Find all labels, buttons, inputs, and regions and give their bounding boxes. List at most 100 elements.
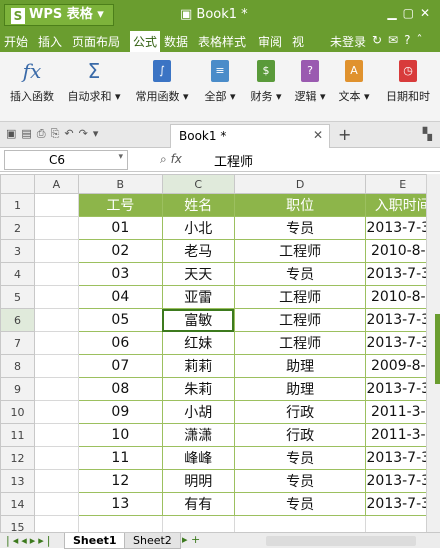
fx-label[interactable]: fx — [171, 152, 182, 166]
scrollbar-thumb[interactable] — [435, 314, 440, 384]
cell[interactable] — [77, 515, 163, 532]
cell[interactable]: 行政 — [233, 400, 367, 424]
name-box[interactable]: C6 ▾ — [4, 150, 128, 170]
cell[interactable]: 13 — [77, 492, 163, 516]
formula-input[interactable]: 工程师 — [214, 151, 253, 170]
auto-sum-button[interactable]: Σ 自动求和 ▾ — [64, 60, 124, 104]
row-header[interactable]: 4 — [0, 262, 35, 286]
row-header[interactable]: 1 — [0, 193, 35, 217]
cell[interactable]: 富敏 — [161, 308, 235, 332]
horizontal-scrollbar[interactable] — [266, 536, 416, 546]
row-header[interactable]: 12 — [0, 446, 35, 470]
row-header[interactable]: 3 — [0, 239, 35, 263]
document-tab[interactable]: Book1 * ✕ — [170, 124, 330, 148]
wps-menu-button[interactable]: S WPS 表格 ▾ — [4, 4, 114, 26]
cell[interactable]: 工程师 — [233, 239, 367, 263]
cell[interactable] — [33, 377, 79, 401]
row-header[interactable]: 8 — [0, 354, 35, 378]
cell[interactable] — [33, 331, 79, 355]
cell[interactable]: 小北 — [161, 216, 235, 240]
cell[interactable]: 小胡 — [161, 400, 235, 424]
cell[interactable]: 红妹 — [161, 331, 235, 355]
cell[interactable] — [33, 423, 79, 447]
cell[interactable]: 行政 — [233, 423, 367, 447]
row-header[interactable]: 10 — [0, 400, 35, 424]
row-header[interactable]: 7 — [0, 331, 35, 355]
cell[interactable] — [33, 354, 79, 378]
login-link[interactable]: 未登录 — [330, 33, 366, 50]
row-header[interactable]: 6 — [0, 308, 35, 332]
cell[interactable] — [233, 515, 367, 532]
cell[interactable] — [33, 492, 79, 516]
search-icon[interactable]: ⌕ — [160, 152, 167, 166]
cell[interactable]: 工程师 — [233, 285, 367, 309]
cell[interactable]: 09 — [77, 400, 163, 424]
cell[interactable]: 08 — [77, 377, 163, 401]
cell[interactable] — [33, 469, 79, 493]
cell[interactable]: 有有 — [161, 492, 235, 516]
close-icon[interactable]: ✕ — [313, 128, 323, 142]
cell[interactable] — [33, 216, 79, 240]
cell[interactable] — [33, 262, 79, 286]
row-header[interactable]: 11 — [0, 423, 35, 447]
chevron-down-icon[interactable]: ▾ — [118, 152, 123, 162]
tab-list-icon[interactable]: ▚ — [423, 127, 432, 141]
new-tab-button[interactable]: + — [338, 125, 351, 144]
spreadsheet-grid[interactable]: A B C D E 1 工号 姓名 职位 入职时间 2 01 小北 专员 2013-7-31 3 02 老马 工程师… — [0, 174, 440, 532]
formula-icons[interactable]: ⌕ fx — [160, 152, 182, 167]
cell[interactable]: 工号 — [77, 193, 163, 217]
cell[interactable]: 潇潇 — [161, 423, 235, 447]
cell[interactable]: 专员 — [233, 262, 367, 286]
menu-item-insert[interactable]: 插入 — [38, 33, 62, 50]
cell[interactable]: 姓名 — [161, 193, 235, 217]
row-header[interactable]: 15 — [0, 515, 35, 532]
menu-item-formulas[interactable]: 公式 — [130, 31, 161, 52]
row-header[interactable]: 13 — [0, 469, 35, 493]
cell[interactable] — [33, 308, 79, 332]
cell[interactable]: 工程师 — [233, 308, 367, 332]
cell[interactable]: 明明 — [161, 469, 235, 493]
cell[interactable]: 05 — [77, 308, 163, 332]
cell[interactable]: 峰峰 — [161, 446, 235, 470]
cell[interactable] — [33, 446, 79, 470]
cell[interactable]: 02 — [77, 239, 163, 263]
menu-item-table-style[interactable]: 表格样式 — [198, 33, 246, 50]
cell[interactable]: 专员 — [233, 469, 367, 493]
cell[interactable]: 07 — [77, 354, 163, 378]
cell[interactable]: 朱莉 — [161, 377, 235, 401]
menu-item-home[interactable]: 开始 — [4, 33, 28, 50]
menu-item-review[interactable]: 审阅 — [258, 33, 282, 50]
cell[interactable]: 专员 — [233, 446, 367, 470]
cell[interactable]: 专员 — [233, 492, 367, 516]
insert-function-button[interactable]: fx 插入函数 — [2, 60, 62, 104]
column-header[interactable]: B — [77, 174, 163, 194]
cell[interactable]: 工程师 — [233, 331, 367, 355]
cell[interactable]: 职位 — [233, 193, 367, 217]
row-header[interactable]: 2 — [0, 216, 35, 240]
cell[interactable]: 亚雷 — [161, 285, 235, 309]
text-functions-button[interactable]: A 文本 ▾ — [324, 60, 384, 104]
cell[interactable] — [33, 239, 79, 263]
column-header[interactable]: D — [233, 174, 367, 194]
menu-item-page-layout[interactable]: 页面布局 — [72, 33, 120, 50]
menu-tools-icons[interactable]: ↻✉?ˆ — [372, 33, 428, 47]
quick-access-toolbar[interactable]: ▣▤⎙⎘↶↷▾ — [6, 127, 103, 141]
cell[interactable] — [33, 193, 79, 217]
cell[interactable]: 专员 — [233, 216, 367, 240]
cell[interactable]: 助理 — [233, 354, 367, 378]
cell[interactable]: 11 — [77, 446, 163, 470]
column-header[interactable]: C — [161, 174, 235, 194]
datetime-button[interactable]: ◷ 日期和时 — [378, 60, 438, 104]
window-controls[interactable]: ▁▢✕ — [387, 6, 436, 20]
row-header[interactable]: 14 — [0, 492, 35, 516]
row-header[interactable]: 5 — [0, 285, 35, 309]
cell[interactable]: 助理 — [233, 377, 367, 401]
cell[interactable] — [33, 515, 79, 532]
common-functions-button[interactable]: ∫ 常用函数 ▾ — [132, 60, 192, 104]
sheet-tab-1[interactable]: Sheet1 — [64, 533, 126, 549]
cell[interactable]: 01 — [77, 216, 163, 240]
sheet-tab-2[interactable]: Sheet2 — [124, 533, 181, 549]
sheet-navigation-arrows[interactable]: |◂◂▸▸| — [6, 534, 54, 547]
cell[interactable]: 10 — [77, 423, 163, 447]
add-sheet-button[interactable]: ▸ + — [182, 533, 200, 546]
